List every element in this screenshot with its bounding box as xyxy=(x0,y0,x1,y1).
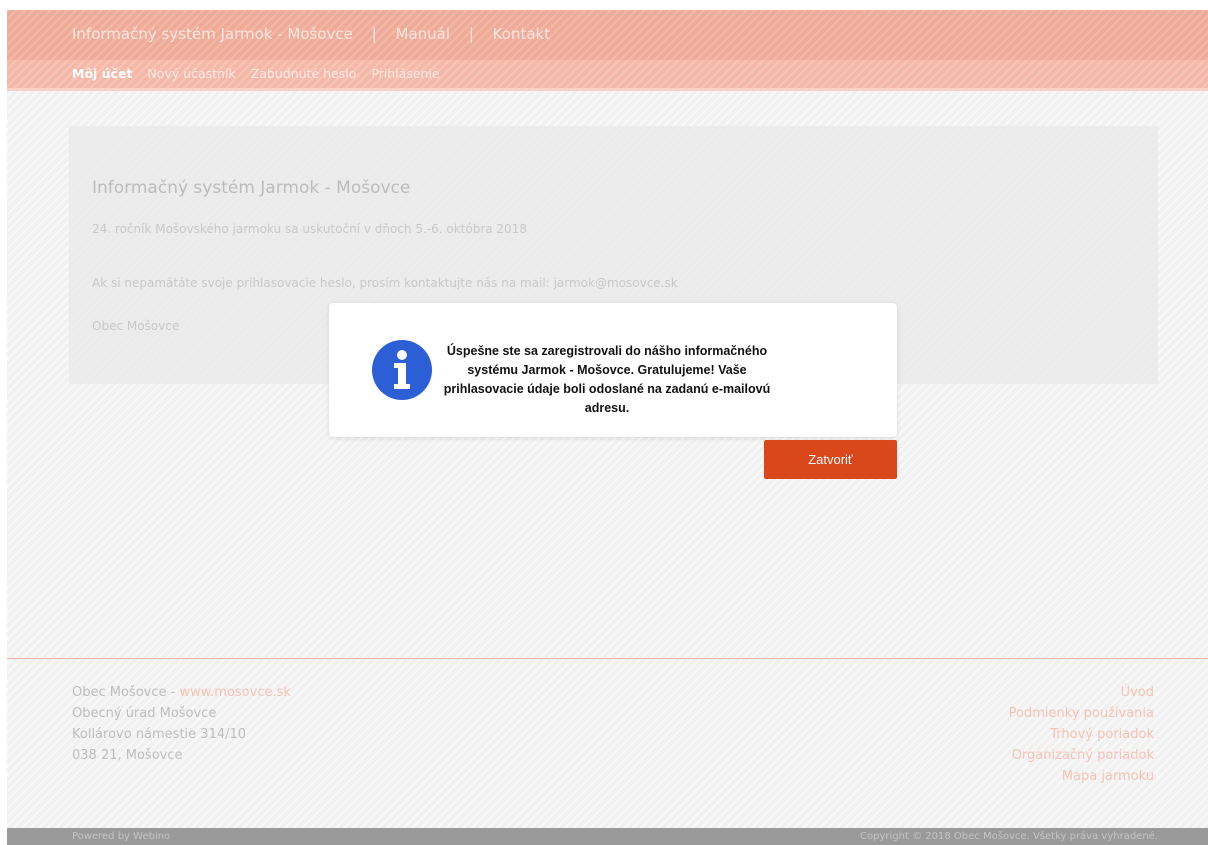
manual-link[interactable]: Manuál xyxy=(396,25,451,43)
subnav-item-my-account[interactable]: Môj účet xyxy=(72,66,132,81)
top-nav: Informačný systém Jarmok - Mošovce | Man… xyxy=(72,25,550,43)
footer-address: Obec Mošovce - www.mosovce.sk Obecný úra… xyxy=(72,682,291,766)
subnav-item-forgotten-password[interactable]: Zabudnuté heslo xyxy=(251,66,357,81)
footer-link-terms[interactable]: Podmienky používania xyxy=(1009,703,1154,724)
password-note: Ak si nepamätáte svoje prihlasovacie hes… xyxy=(92,276,678,290)
org-name: Obec Mošovce - xyxy=(72,685,180,700)
footer-link-home[interactable]: Úvod xyxy=(1009,682,1154,703)
footer-divider xyxy=(7,658,1208,659)
website-link[interactable]: www.mosovce.sk xyxy=(179,685,290,700)
close-button[interactable]: Zatvoriť xyxy=(764,440,897,479)
powered-by-link[interactable]: Powered by Webino xyxy=(72,831,170,842)
street-address: Kollárovo námestie 314/10 xyxy=(72,727,247,742)
footer-links: Úvod Podmienky používania Trhový poriado… xyxy=(1009,682,1154,787)
office-name: Obecný úrad Mošovce xyxy=(72,706,217,721)
sub-nav: Môj účet Nový účastník Zabudnuté heslo P… xyxy=(72,66,451,81)
nav-separator: | xyxy=(371,25,377,43)
city-address: 038 21, Mošovce xyxy=(72,748,183,763)
header-bar: Informačný systém Jarmok - Mošovce | Man… xyxy=(7,10,1208,60)
subnav-item-login[interactable]: Prihlásenie xyxy=(371,66,439,81)
nav-separator: | xyxy=(468,25,474,43)
contact-link[interactable]: Kontakt xyxy=(493,25,550,43)
success-dialog: Úspešne ste sa zaregistrovali do nášho i… xyxy=(329,303,897,437)
sub-nav-bar: Môj účet Nový účastník Zabudnuté heslo P… xyxy=(7,60,1208,91)
copyright-text: Copyright © 2018 Obec Mošovce. Všetky pr… xyxy=(860,831,1158,842)
footer-link-fair-map[interactable]: Mapa jarmoku xyxy=(1009,766,1154,787)
subnav-item-new-participant[interactable]: Nový účastník xyxy=(147,66,235,81)
footer-link-organization-rules[interactable]: Organizačný poriadok xyxy=(1009,745,1154,766)
info-icon xyxy=(372,340,432,400)
dialog-message: Úspešne ste sa zaregistrovali do nášho i… xyxy=(443,344,771,415)
site-title-link[interactable]: Informačný systém Jarmok - Mošovce xyxy=(72,25,353,43)
edition-text: 24. ročník Mošovského jarmoku sa uskutoč… xyxy=(92,222,527,236)
page-title: Informačný systém Jarmok - Mošovce xyxy=(92,178,411,198)
footer-link-market-rules[interactable]: Trhový poriadok xyxy=(1009,724,1154,745)
bottom-bar: Powered by Webino Copyright © 2018 Obec … xyxy=(7,828,1208,845)
signature: Obec Mošovce xyxy=(92,319,180,333)
